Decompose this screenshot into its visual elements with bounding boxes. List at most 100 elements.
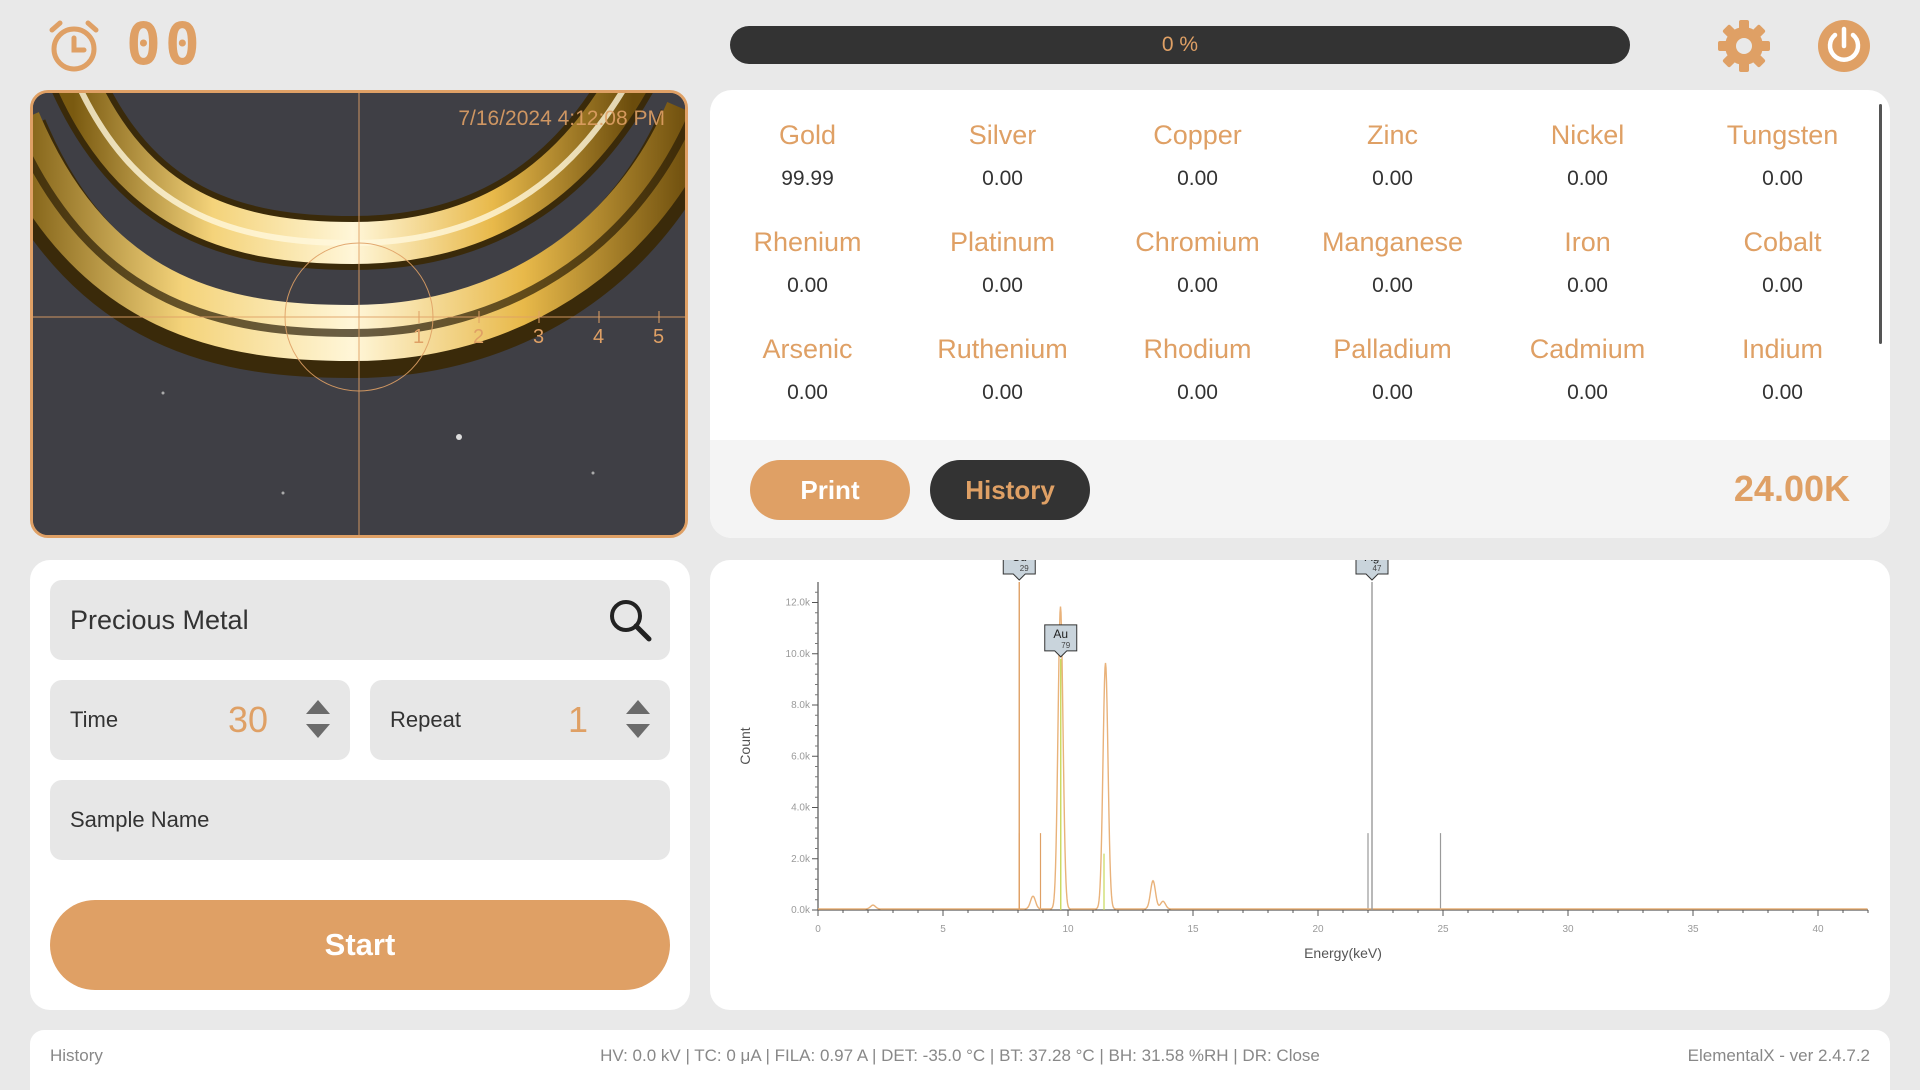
element-name: Tungsten: [1726, 120, 1839, 150]
status-bar: History HV: 0.0 kV | TC: 0 μA | FILA: 0.…: [30, 1030, 1890, 1090]
x-tick-label: 30: [1562, 924, 1574, 935]
x-tick-label: 15: [1187, 924, 1199, 935]
y-tick-label: 6.0k: [791, 751, 811, 762]
method-selector[interactable]: Precious Metal: [50, 580, 670, 660]
sample-name-input[interactable]: [50, 780, 670, 860]
x-tick-label: 40: [1812, 924, 1824, 935]
element-value: 0.00: [1567, 274, 1608, 297]
element-name: Nickel: [1550, 120, 1625, 150]
element-cell-tungsten: Tungsten 0.00: [1685, 120, 1880, 191]
element-name: Copper: [1153, 120, 1242, 150]
element-value: 0.00: [1177, 381, 1218, 404]
y-tick-label: 10.0k: [786, 649, 811, 660]
element-cell-silver: Silver 0.00: [905, 120, 1100, 191]
element-grid: Gold 99.99 Silver 0.00 Copper 0.00 Zinc 0.00 Nic…: [710, 90, 1878, 440]
element-cell-cadmium: Cadmium 0.00: [1490, 334, 1685, 405]
progress-bar: 0 %: [730, 26, 1630, 64]
repeat-decrease-icon[interactable]: [626, 724, 650, 738]
element-value: 0.00: [787, 381, 828, 404]
measurement-controls: Precious Metal Time 30 Repeat 1 Start: [30, 560, 690, 1010]
element-cell-chromium: Chromium 0.00: [1100, 227, 1295, 298]
element-value: 0.00: [982, 274, 1023, 297]
element-name: Palladium: [1333, 334, 1452, 364]
x-tick-label: 25: [1437, 924, 1449, 935]
element-cell-ruthenium: Ruthenium 0.00: [905, 334, 1100, 405]
camera-view: 1 2 3 4 5 7/16/2024 4:12:08 PM: [30, 90, 688, 538]
time-stepper[interactable]: Time 30: [50, 680, 350, 760]
element-list-scrollbar[interactable]: [1879, 104, 1882, 344]
element-value: 0.00: [1762, 274, 1803, 297]
element-cell-gold: Gold 99.99: [710, 120, 905, 191]
element-name: Silver: [968, 120, 1037, 150]
x-tick-label: 5: [940, 924, 946, 935]
element-cell-rhodium: Rhodium 0.00: [1100, 334, 1295, 405]
time-increase-icon[interactable]: [306, 700, 330, 714]
power-icon[interactable]: [1816, 18, 1872, 74]
repeat-increase-icon[interactable]: [626, 700, 650, 714]
time-decrease-icon[interactable]: [306, 724, 330, 738]
x-axis-title: Energy(keV): [1304, 945, 1382, 961]
element-name: Cobalt: [1743, 227, 1822, 257]
element-name: Cadmium: [1529, 334, 1646, 364]
element-value: 0.00: [1567, 381, 1608, 404]
gear-icon[interactable]: [1716, 18, 1772, 74]
element-name: Rhodium: [1143, 334, 1252, 364]
element-value: 0.00: [1177, 274, 1218, 297]
element-cell-indium: Indium 0.00: [1685, 334, 1880, 405]
element-cell-copper: Copper 0.00: [1100, 120, 1295, 191]
repeat-label: Repeat: [390, 707, 461, 732]
time-label: Time: [70, 707, 119, 732]
print-button[interactable]: Print: [750, 460, 910, 520]
count-rate: 24.00K: [1733, 468, 1850, 509]
method-text: Precious Metal: [70, 604, 249, 635]
element-value: 0.00: [1372, 381, 1413, 404]
element-cell-platinum: Platinum 0.00: [905, 227, 1100, 298]
element-name: Arsenic: [762, 334, 853, 364]
element-cell-palladium: Palladium 0.00: [1295, 334, 1490, 405]
y-tick-label: 8.0k: [791, 700, 811, 711]
element-cell-manganese: Manganese 0.00: [1295, 227, 1490, 298]
element-value: 0.00: [1567, 167, 1608, 190]
element-value: 0.00: [1372, 167, 1413, 190]
marker-atomic-number: 47: [1373, 564, 1382, 573]
app-version: ElementalX - ver 2.4.7.2: [1687, 1046, 1870, 1065]
timer-display: 00: [126, 10, 204, 78]
element-cell-rhenium: Rhenium 0.00: [710, 227, 905, 298]
element-value: 99.99: [781, 167, 834, 190]
element-value: 0.00: [982, 381, 1023, 404]
ruler-label: 4: [593, 326, 604, 348]
element-name: Rhenium: [753, 227, 862, 257]
element-cell-iron: Iron 0.00: [1490, 227, 1685, 298]
element-results-panel: Gold 99.99 Silver 0.00 Copper 0.00 Zinc 0.00 Nic…: [710, 90, 1890, 538]
x-tick-label: 20: [1312, 924, 1324, 935]
element-name: Gold: [778, 120, 837, 150]
element-name: Zinc: [1366, 120, 1418, 150]
element-name: Manganese: [1321, 227, 1464, 257]
marker-atomic-number: 79: [1061, 641, 1070, 650]
ruler-label: 1: [413, 326, 424, 348]
element-name: Indium: [1741, 334, 1824, 364]
element-value: 0.00: [982, 167, 1023, 190]
element-cell-arsenic: Arsenic 0.00: [710, 334, 905, 405]
sample-name-field[interactable]: [50, 780, 670, 860]
repeat-stepper[interactable]: Repeat 1: [370, 680, 670, 760]
start-button[interactable]: Start: [50, 900, 670, 990]
repeat-value: 1: [567, 699, 588, 740]
progress-text: 0 %: [1161, 33, 1199, 56]
y-tick-label: 2.0k: [791, 854, 811, 865]
camera-timestamp: 7/16/2024 4:12:08 PM: [458, 107, 665, 130]
marker-atomic-number: 29: [1020, 564, 1029, 573]
element-name: Platinum: [949, 227, 1056, 257]
element-cell-cobalt: Cobalt 0.00: [1685, 227, 1880, 298]
element-value: 0.00: [1372, 274, 1413, 297]
element-cell-nickel: Nickel 0.00: [1490, 120, 1685, 191]
spectrum-line: [818, 606, 1868, 910]
ruler-label: 5: [653, 326, 664, 348]
search-icon[interactable]: [608, 598, 652, 642]
element-cell-zinc: Zinc 0.00: [1295, 120, 1490, 191]
x-tick-label: 35: [1687, 924, 1699, 935]
history-button[interactable]: History: [930, 460, 1090, 520]
y-tick-label: 12.0k: [786, 598, 811, 609]
ruler-label: 3: [533, 326, 544, 348]
element-value: 0.00: [1177, 167, 1218, 190]
